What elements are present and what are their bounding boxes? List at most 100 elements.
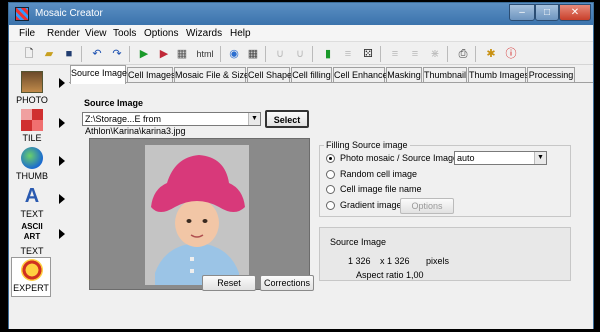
radio-label: Photo mosaic / Source Image <box>340 153 459 163</box>
cells-green-icon[interactable]: ▮ <box>320 46 336 62</box>
dice-icon[interactable]: ⚄ <box>360 46 376 62</box>
options-button[interactable]: Options <box>400 198 454 214</box>
open-icon[interactable]: ▰ <box>41 46 57 62</box>
globe-icon <box>21 147 43 169</box>
tab-strip: Source Image Cell Images Mosaic File & S… <box>69 65 593 84</box>
sidebar-label: TEXT <box>20 209 44 219</box>
tile-icon <box>21 109 43 131</box>
tab-thumbnail[interactable]: Thumbnail <box>423 67 467 83</box>
tab-cell-images[interactable]: Cell Images <box>127 67 176 83</box>
toolbar-separator <box>475 46 476 62</box>
filling-source-legend: Filling Source image <box>324 140 410 150</box>
expand-arrow-icon[interactable] <box>59 194 65 204</box>
pixels-unit: pixels <box>426 256 450 266</box>
tab-cell-shape[interactable]: Cell Shape <box>247 67 292 83</box>
app-icon <box>15 7 29 21</box>
fill-mode-dropdown[interactable]: auto ▼ <box>454 151 547 165</box>
window-title: Mosaic Creator <box>35 8 103 19</box>
menu-file[interactable]: File <box>19 28 35 39</box>
source-image-info-panel: Source Image 1 326 x 1 326 pixels Aspect… <box>319 227 571 281</box>
child-photo-image <box>145 145 249 285</box>
chevron-down-icon[interactable]: ▼ <box>248 113 260 125</box>
sidebar-item-expert[interactable]: EXPERT <box>11 257 51 297</box>
letter-a-icon: A <box>24 185 40 207</box>
undo-icon[interactable]: ↶ <box>89 46 105 62</box>
tab-masking[interactable]: Masking <box>386 67 422 83</box>
html-icon[interactable]: html <box>193 46 217 62</box>
magnet-disabled-icon[interactable]: ∪ <box>292 46 308 62</box>
settings-icon[interactable]: ✱ <box>483 46 499 62</box>
toolbar: 🗋 ▰ ■ ↶ ↷ ▶ ▶ ▦ html ◉ ▦ ∪ ∪ ▮ ≡ ⚄ ≡ ≡ ⋇… <box>9 43 593 65</box>
expert-icon <box>21 259 43 281</box>
menu-help[interactable]: Help <box>230 28 251 39</box>
globe-icon[interactable]: ◉ <box>226 46 242 62</box>
bars-disabled-icon[interactable]: ≡ <box>387 46 403 62</box>
record-icon[interactable]: ▶ <box>156 46 172 62</box>
grid-icon[interactable]: ▦ <box>245 46 261 62</box>
save-icon[interactable]: ■ <box>61 46 77 62</box>
bottom-area <box>69 291 593 329</box>
expand-arrow-icon[interactable] <box>59 229 65 239</box>
radio-button-checked[interactable] <box>326 154 335 163</box>
corrections-button[interactable]: Corrections <box>260 275 314 291</box>
ascii-art-icon: ASCII ART <box>21 222 43 241</box>
sidebar-item-photo[interactable]: PHOTO <box>13 70 57 108</box>
tab-thumb-images[interactable]: Thumb Images <box>468 67 529 83</box>
sidebar-item-thumb[interactable]: THUMB <box>13 146 57 184</box>
image-preview-panel <box>89 138 310 290</box>
photo-icon <box>21 71 43 93</box>
toolbar-separator <box>447 46 448 62</box>
menu-wizards[interactable]: Wizards <box>186 28 222 39</box>
sidebar-label: TILE <box>22 133 42 143</box>
expand-arrow-icon[interactable] <box>59 156 65 166</box>
tab-source-image[interactable]: Source Image <box>70 65 127 84</box>
sidebar-label: TEXT <box>20 246 44 256</box>
filling-source-group: Filling Source image Photo mosaic / Sour… <box>319 140 571 217</box>
magnet-icon[interactable]: ∪ <box>272 46 288 62</box>
info-icon[interactable]: ⓘ <box>503 46 519 62</box>
tab-processing[interactable]: Processing <box>527 67 575 83</box>
print-icon[interactable]: ⎙ <box>455 46 471 62</box>
bars2-disabled-icon[interactable]: ≡ <box>407 46 423 62</box>
sidebar-item-tile[interactable]: TILE <box>13 108 57 146</box>
sidebar-item-text[interactable]: A TEXT <box>13 184 57 222</box>
menu-options[interactable]: Options <box>144 28 178 39</box>
toolbar-separator <box>312 46 313 62</box>
title-bar: Mosaic Creator – □ ✕ <box>9 3 593 25</box>
select-button[interactable]: Select <box>265 110 309 128</box>
expand-arrow-icon[interactable] <box>59 118 65 128</box>
source-path-dropdown[interactable]: Z:\Storage...E from Athlon\Karina\karina… <box>82 112 261 136</box>
expand-arrow-icon[interactable] <box>59 78 65 88</box>
image-height: x 1 326 <box>380 256 410 266</box>
source-image-heading: Source Image <box>84 98 144 108</box>
menu-tools[interactable]: Tools <box>113 28 136 39</box>
tab-cell-filling[interactable]: Cell filling <box>291 67 332 83</box>
menu-render[interactable]: Render <box>47 28 80 39</box>
play-icon[interactable]: ▶ <box>136 46 152 62</box>
minimize-button[interactable]: – <box>509 4 535 21</box>
maximize-button[interactable]: □ <box>535 4 559 21</box>
radio-button[interactable] <box>326 170 335 179</box>
reset-button[interactable]: Reset <box>202 275 256 291</box>
close-button[interactable]: ✕ <box>559 4 591 21</box>
cells-disabled-icon[interactable]: ≡ <box>340 46 356 62</box>
split-disabled-icon[interactable]: ⋇ <box>427 46 443 62</box>
radio-button[interactable] <box>326 201 335 210</box>
sidebar-label: EXPERT <box>13 283 49 293</box>
tab-cell-enhance[interactable]: Cell Enhance <box>333 67 388 83</box>
sidebar-item-ascii-art[interactable]: ASCII ART TEXT <box>13 221 57 259</box>
radio-label: Gradient image <box>340 200 402 210</box>
redo-icon[interactable]: ↷ <box>109 46 125 62</box>
fill-mode-value: auto <box>457 153 475 163</box>
menu-view[interactable]: View <box>85 28 107 39</box>
menu-bar: File Render View Tools Options Wizards H… <box>9 25 593 42</box>
filmstrip-icon[interactable]: ▦ <box>174 46 190 62</box>
source-path-value: Z:\Storage...E from Athlon\Karina\karina… <box>85 114 186 136</box>
sidebar-label: PHOTO <box>16 95 48 105</box>
new-icon[interactable]: 🗋 <box>21 46 37 62</box>
image-width: 1 326 <box>348 256 371 266</box>
info-heading: Source Image <box>330 237 387 247</box>
radio-button[interactable] <box>326 185 335 194</box>
tab-mosaic-file-size[interactable]: Mosaic File & Size <box>174 67 249 83</box>
chevron-down-icon[interactable]: ▼ <box>534 152 546 164</box>
